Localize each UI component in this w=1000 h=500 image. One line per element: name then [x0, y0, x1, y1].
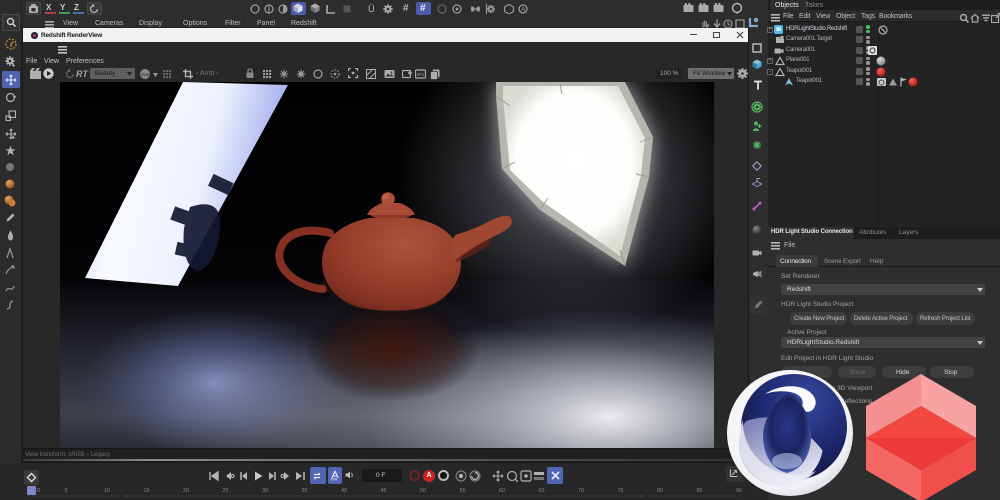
svg-text:IPV: IPV [417, 72, 424, 77]
svg-text:MIN: MIN [331, 478, 338, 482]
svg-text:A: A [521, 7, 526, 14]
